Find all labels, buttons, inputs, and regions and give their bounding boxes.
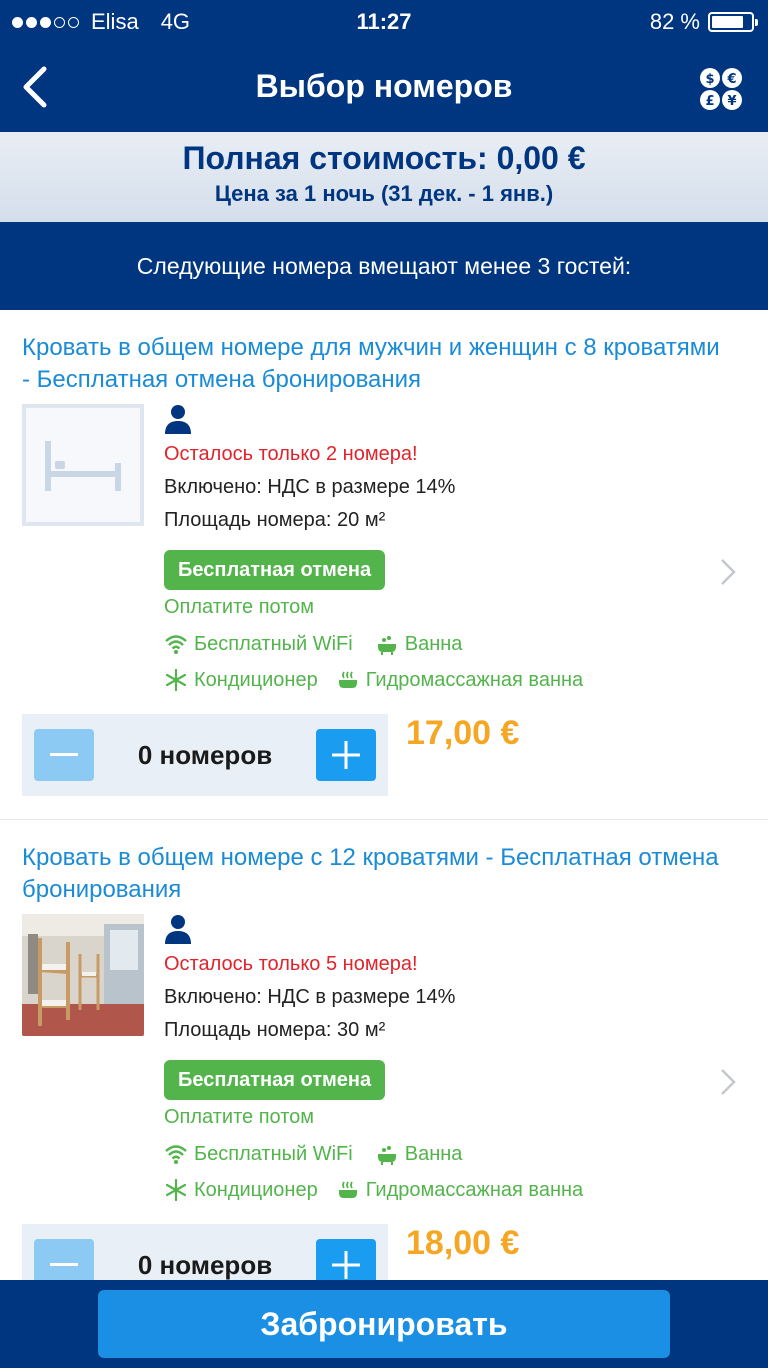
pay-later-label: Оплатите потом xyxy=(164,1106,315,1128)
facility-ac: Кондиционер xyxy=(164,668,318,692)
room-card: Кровать в общем номере с 12 кроватями - … xyxy=(0,820,768,1280)
facility-hot-tub: Гидромассажная ванна xyxy=(336,1178,583,1202)
hot-tub-icon xyxy=(338,1181,357,1198)
facilities-list: Бесплатный WiFi Ванна Кондиционер Гидром… xyxy=(164,1136,605,1208)
bed-icon xyxy=(45,441,121,491)
status-bar: Elisa 4G 11:27 82 % xyxy=(0,0,768,44)
currency-button[interactable]: $ € £ ¥ xyxy=(698,66,744,112)
per-night-dates: Цена за 1 ночь (31 дек. - 1 янв.) xyxy=(214,181,554,206)
room-price: 17,00 € xyxy=(406,714,520,752)
facility-label: Бесплатный WiFi xyxy=(194,1142,353,1165)
chevron-right-icon[interactable] xyxy=(718,556,738,588)
battery-icon xyxy=(708,12,758,32)
facility-label: Гидромассажная ванна xyxy=(365,668,584,691)
facility-label: Ванна xyxy=(404,1142,463,1165)
facility-wifi: Бесплатный WiFi xyxy=(164,1142,353,1166)
room-details: Осталось только 5 номера! Включено: НДС … xyxy=(164,948,455,1047)
svg-text:$: $ xyxy=(705,72,714,87)
decrease-button[interactable] xyxy=(34,1239,94,1280)
nav-bar: Выбор номеров $ € £ ¥ xyxy=(0,44,768,132)
facility-hot-tub: Гидромассажная ванна xyxy=(336,668,583,692)
facility-ac: Кондиционер xyxy=(164,1178,318,1202)
bottom-bar: Забронировать xyxy=(0,1280,768,1368)
room-title-link[interactable]: Кровать в общем номере для мужчин и женщ… xyxy=(22,332,722,396)
plus-icon xyxy=(332,741,360,769)
facility-label: Кондиционер xyxy=(194,1178,318,1201)
bathtub-icon xyxy=(377,636,396,655)
svg-text:£: £ xyxy=(705,94,714,109)
room-photo[interactable] xyxy=(22,914,144,1036)
dormitory-photo xyxy=(22,914,144,1036)
room-placeholder-image xyxy=(22,404,144,526)
room-quantity-stepper: 0 номеров xyxy=(22,1224,388,1280)
facility-label: Гидромассажная ванна xyxy=(365,1178,584,1201)
facility-label: Кондиционер xyxy=(194,668,318,691)
room-area: Площадь номера: 20 м² xyxy=(164,509,386,531)
room-price: 18,00 € xyxy=(406,1224,520,1262)
wifi-icon xyxy=(165,635,187,654)
battery-info: 82 % xyxy=(649,9,758,35)
increase-button[interactable] xyxy=(316,1239,376,1280)
snowflake-icon xyxy=(165,668,187,692)
facility-label: Ванна xyxy=(404,632,463,655)
free-cancellation-badge: Бесплатная отмена xyxy=(164,550,386,590)
capacity-notice: Следующие номера вмещают менее 3 гостей: xyxy=(0,222,768,310)
guest-icon xyxy=(165,915,191,944)
tax-included: Включено: НДС в размере 14% xyxy=(164,476,456,498)
room-list: Кровать в общем номере для мужчин и женщ… xyxy=(0,310,768,1280)
room-area: Площадь номера: 30 м² xyxy=(164,1019,386,1041)
tax-included: Включено: НДС в размере 14% xyxy=(164,986,456,1008)
minus-icon xyxy=(50,753,78,756)
guest-icon xyxy=(165,405,191,434)
room-title-link[interactable]: Кровать в общем номере с 12 кроватями - … xyxy=(22,842,722,906)
facilities-list: Бесплатный WiFi Ванна Кондиционер Гидром… xyxy=(164,626,605,698)
currency-switch-icon: $ € £ ¥ xyxy=(700,68,742,110)
hot-tub-icon xyxy=(338,671,357,688)
svg-text:¥: ¥ xyxy=(727,94,736,109)
total-price: Полная стоимость: 0,00 € xyxy=(182,140,586,176)
plus-icon xyxy=(332,1251,360,1279)
room-count: 0 номеров xyxy=(137,740,273,770)
wifi-icon xyxy=(165,1145,187,1164)
svg-text:€: € xyxy=(726,72,736,87)
availability-warning: Осталось только 2 номера! xyxy=(164,443,418,465)
minus-icon xyxy=(50,1263,78,1266)
page-title: Выбор номеров xyxy=(255,68,513,104)
pay-later-label: Оплатите потом xyxy=(164,596,315,618)
facility-bath: Ванна xyxy=(375,1142,463,1166)
availability-warning: Осталось только 5 номера! xyxy=(164,953,418,975)
free-cancellation-badge: Бесплатная отмена xyxy=(164,1060,386,1100)
facility-wifi: Бесплатный WiFi xyxy=(164,632,353,656)
room-details: Осталось только 2 номера! Включено: НДС … xyxy=(164,438,455,537)
battery-percent: 82 % xyxy=(649,9,700,34)
snowflake-icon xyxy=(165,1178,187,1202)
chevron-right-icon[interactable] xyxy=(718,1066,738,1098)
price-summary: Полная стоимость: 0,00 € Цена за 1 ночь … xyxy=(0,132,768,222)
book-button[interactable]: Забронировать xyxy=(98,1290,670,1358)
facility-label: Бесплатный WiFi xyxy=(194,632,353,655)
increase-button[interactable] xyxy=(316,729,376,781)
room-quantity-stepper: 0 номеров xyxy=(22,714,388,796)
room-count: 0 номеров xyxy=(137,1250,273,1280)
decrease-button[interactable] xyxy=(34,729,94,781)
facility-bath: Ванна xyxy=(375,632,463,656)
bathtub-icon xyxy=(377,1146,396,1165)
room-card: Кровать в общем номере для мужчин и женщ… xyxy=(0,310,768,820)
